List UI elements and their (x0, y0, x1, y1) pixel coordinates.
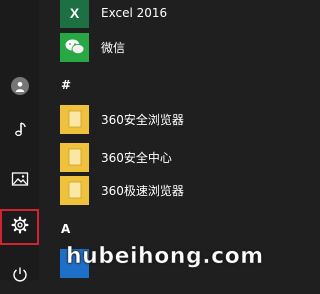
start-rail (0, 0, 39, 282)
group-header-hash[interactable]: # (61, 78, 71, 92)
app-360-browser[interactable]: 360安全浏览器 (55, 102, 262, 136)
gear-icon (11, 216, 29, 238)
power-icon (12, 266, 28, 286)
folder-icon (60, 104, 89, 134)
app-wechat[interactable]: 微信 (55, 30, 262, 64)
settings-button[interactable] (0, 209, 39, 245)
folder-icon (60, 142, 89, 172)
documents-button[interactable] (0, 114, 39, 150)
app-list: X Excel 2016 微信 # 360安全浏览器 360安全中心 360极速… (55, 0, 262, 280)
app-label: 微信 (101, 40, 126, 55)
power-button[interactable] (0, 258, 39, 294)
app-label: 360安全浏览器 (101, 112, 184, 127)
user-icon (10, 77, 29, 95)
group-header-a[interactable]: A (61, 222, 70, 236)
pictures-button[interactable] (0, 163, 39, 199)
excel-icon: X (60, 0, 89, 28)
pictures-icon (11, 171, 29, 191)
folder-icon (60, 175, 89, 205)
app-excel-2016[interactable]: X Excel 2016 (55, 0, 262, 30)
user-account-button[interactable] (0, 68, 39, 104)
wechat-icon (60, 32, 89, 62)
app-label: 360安全中心 (101, 150, 172, 165)
app-360-security-center[interactable]: 360安全中心 (55, 140, 262, 174)
app-label: 360极速浏览器 (101, 183, 184, 198)
watermark-text: hubeihong.com (66, 244, 264, 270)
document-icon (13, 122, 27, 142)
app-label: Excel 2016 (101, 6, 168, 20)
app-360-speed-browser[interactable]: 360极速浏览器 (55, 173, 262, 207)
